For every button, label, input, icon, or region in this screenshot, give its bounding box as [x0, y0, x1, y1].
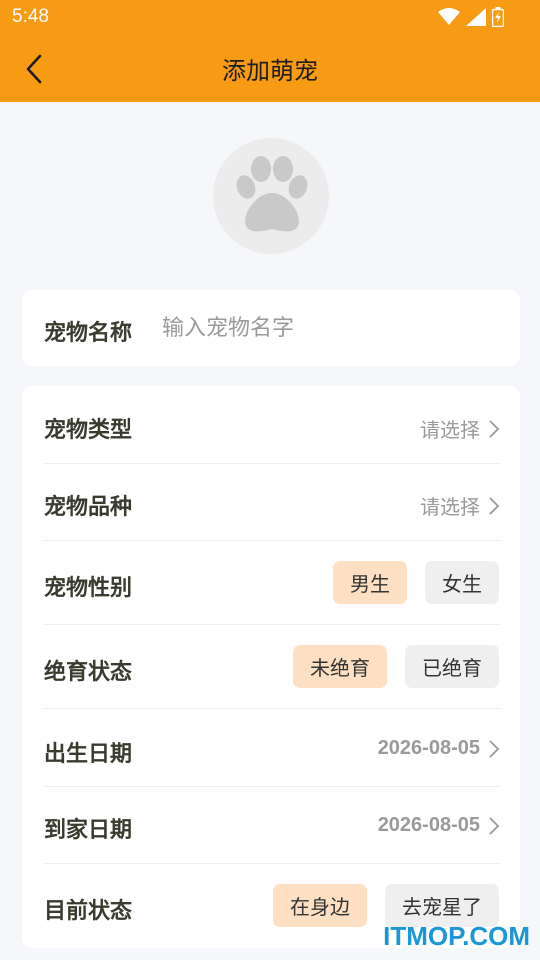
neuter-status-label: 绝育状态	[44, 660, 133, 685]
chevron-right-icon	[489, 496, 500, 515]
status-with-me-chip[interactable]: 在身边	[273, 884, 367, 927]
page-title: 添加萌宠	[222, 57, 318, 85]
pet-info-card: 宠物类型 请选择 宠物品种 请选择 宠物性别 男生 女生 绝育状态 未绝育 已绝…	[22, 386, 520, 948]
birth-date-value: 2026-08-05	[377, 737, 480, 759]
pet-type-value: 请选择	[420, 418, 480, 442]
birth-date-label: 出生日期	[44, 742, 133, 767]
pet-type-row[interactable]: 宠物类型 请选择	[44, 402, 500, 462]
pet-gender-label: 宠物性别	[44, 576, 133, 601]
divider	[44, 863, 500, 864]
not-neutered-chip[interactable]: 未绝育	[293, 645, 387, 688]
current-status-label: 目前状态	[44, 899, 133, 924]
divider	[44, 786, 500, 787]
chevron-right-icon	[489, 816, 500, 835]
home-date-label: 到家日期	[44, 818, 133, 843]
divider	[44, 540, 500, 541]
home-date-picker[interactable]: 2026-08-05	[378, 814, 500, 837]
signal-icon	[466, 8, 486, 26]
home-date-value: 2026-08-05	[377, 814, 480, 836]
pet-name-input[interactable]	[162, 310, 492, 346]
birth-date-picker[interactable]: 2026-08-05	[378, 737, 500, 760]
pet-breed-label: 宠物品种	[44, 495, 133, 520]
gender-female-chip[interactable]: 女生	[425, 561, 499, 604]
divider	[44, 624, 500, 625]
birth-date-row[interactable]: 出生日期 2026-08-05	[44, 724, 500, 784]
divider	[44, 708, 500, 709]
status-time: 5:48	[12, 6, 49, 27]
paw-icon	[236, 156, 308, 232]
pet-type-picker[interactable]: 请选择	[420, 414, 500, 443]
neutered-chip[interactable]: 已绝育	[405, 645, 499, 688]
pet-breed-value: 请选择	[420, 495, 480, 519]
pet-name-label: 宠物名称	[44, 321, 133, 346]
pet-avatar-upload[interactable]	[213, 138, 329, 254]
pet-type-label: 宠物类型	[44, 418, 133, 443]
pet-breed-row[interactable]: 宠物品种 请选择	[44, 479, 500, 539]
battery-icon	[492, 7, 504, 27]
home-date-row[interactable]: 到家日期 2026-08-05	[44, 802, 500, 862]
neuter-status-row: 绝育状态 未绝育 已绝育	[44, 640, 500, 710]
pet-gender-row: 宠物性别 男生 女生	[44, 556, 500, 626]
watermark: ITMOP.COM	[383, 921, 530, 951]
gender-male-chip[interactable]: 男生	[333, 561, 407, 604]
divider	[44, 463, 500, 464]
chevron-right-icon	[489, 419, 500, 438]
chevron-right-icon	[489, 739, 500, 758]
status-icons	[438, 7, 504, 27]
pet-name-card: 宠物名称	[22, 290, 520, 366]
wifi-icon	[438, 8, 460, 25]
app-header: 5:48 添加萌宠	[0, 0, 540, 102]
pet-breed-picker[interactable]: 请选择	[420, 491, 500, 520]
